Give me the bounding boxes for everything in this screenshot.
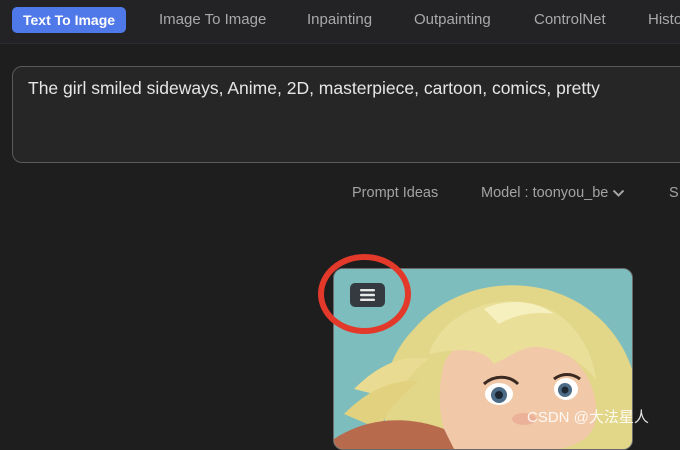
model-select-label: Model : toonyou_be	[481, 185, 609, 201]
prompt-ideas-button[interactable]: Prompt Ideas	[352, 185, 438, 201]
tab-bar: Text To Image Image To Image Inpainting …	[0, 0, 680, 44]
prompt-text[interactable]: The girl smiled sideways, Anime, 2D, mas…	[28, 78, 600, 99]
highlight-ring	[318, 254, 411, 334]
tab-inpainting[interactable]: Inpainting	[307, 7, 372, 33]
tab-text-to-image[interactable]: Text To Image	[12, 7, 127, 33]
model-select[interactable]: Model : toonyou_be	[481, 185, 625, 201]
tab-controlnet[interactable]: ControlNet	[534, 7, 606, 33]
toolbar-cut-item[interactable]: S	[669, 185, 679, 201]
chevron-down-icon	[613, 189, 625, 198]
tab-history[interactable]: Histo	[648, 7, 680, 33]
tab-outpainting[interactable]: Outpainting	[414, 7, 491, 33]
tab-image-to-image[interactable]: Image To Image	[159, 7, 266, 33]
prompt-input[interactable]: The girl smiled sideways, Anime, 2D, mas…	[12, 66, 680, 163]
watermark: CSDN @大法星人	[527, 409, 649, 426]
